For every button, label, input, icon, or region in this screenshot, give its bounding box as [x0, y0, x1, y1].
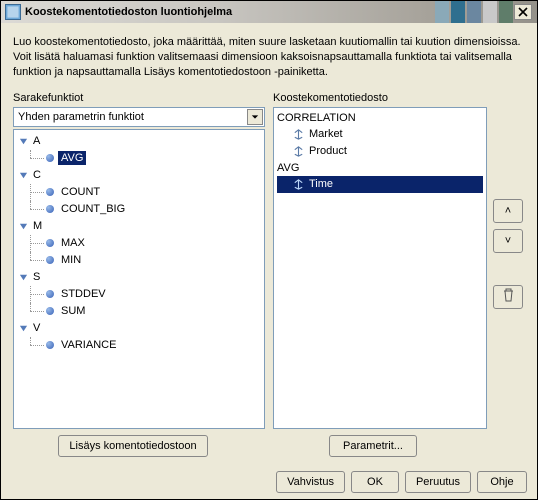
tree-group-s[interactable]: S: [18, 269, 260, 286]
column-functions-panel: Sarakefunktiot Yhden parametrin funktiot…: [13, 92, 265, 429]
function-label: MIN: [58, 253, 84, 267]
move-up-button[interactable]: ˄: [493, 199, 523, 223]
function-label: SUM: [58, 304, 88, 318]
function-item-max[interactable]: MAX: [18, 235, 260, 252]
ok-button[interactable]: OK: [351, 471, 399, 493]
collapse-icon: [18, 136, 29, 147]
collapse-icon: [18, 272, 29, 283]
tree-group-v[interactable]: V: [18, 320, 260, 337]
column-functions-label: Sarakefunktiot: [13, 92, 265, 104]
group-label: CORRELATION: [277, 112, 356, 124]
function-item-stddev[interactable]: STDDEV: [18, 286, 260, 303]
group-label: A: [33, 135, 40, 147]
group-label: S: [33, 271, 40, 283]
cancel-button[interactable]: Peruutus: [405, 471, 471, 493]
collapse-icon: [18, 323, 29, 334]
bullet-icon: [46, 341, 54, 349]
function-item-count-big[interactable]: COUNT_BIG: [18, 201, 260, 218]
function-item-avg[interactable]: AVG: [18, 150, 260, 167]
group-label: C: [33, 169, 41, 181]
content-area: Luo koostekomentotiedosto, joka määrittä…: [1, 23, 537, 465]
functions-tree[interactable]: A AVG C COUN: [13, 129, 265, 429]
tree-group-m[interactable]: M: [18, 218, 260, 235]
script-group-avg[interactable]: AVG: [277, 160, 483, 176]
intro-text: Luo koostekomentotiedosto, joka määrittä…: [13, 35, 525, 80]
bullet-icon: [46, 154, 54, 162]
bullet-icon: [46, 307, 54, 315]
function-label: VARIANCE: [58, 338, 119, 352]
dialog-window: Koostekomentotiedoston luontiohjelma Luo…: [0, 0, 538, 500]
dialog-button-row: Vahvistus OK Peruutus Ohje: [1, 465, 537, 499]
bullet-icon: [46, 205, 54, 213]
dimension-icon: [291, 144, 305, 158]
group-label: V: [33, 322, 40, 334]
parameters-button[interactable]: Parametrit...: [329, 435, 417, 457]
bullet-icon: [46, 188, 54, 196]
dimension-label: Market: [309, 128, 343, 140]
delete-button[interactable]: [493, 285, 523, 309]
tree-group-a[interactable]: A: [18, 133, 260, 150]
dimension-label: Product: [309, 145, 347, 157]
caret-down-icon: ˅: [505, 235, 511, 247]
function-item-sum[interactable]: SUM: [18, 303, 260, 320]
collapse-icon: [18, 221, 29, 232]
function-label: AVG: [58, 151, 86, 165]
function-label: COUNT: [58, 185, 103, 199]
combo-value: Yhden parametrin funktiot: [18, 111, 144, 123]
tree-group-c[interactable]: C: [18, 167, 260, 184]
script-label: Koostekomentotiedosto: [273, 92, 525, 104]
function-item-count[interactable]: COUNT: [18, 184, 260, 201]
trash-icon: [502, 288, 515, 305]
chevron-down-icon: [247, 109, 263, 125]
dimension-label: Time: [309, 178, 333, 190]
bullet-icon: [46, 239, 54, 247]
bullet-icon: [46, 290, 54, 298]
function-label: STDDEV: [58, 287, 109, 301]
function-label: COUNT_BIG: [58, 202, 128, 216]
window-title: Koostekomentotiedoston luontiohjelma: [25, 6, 232, 18]
script-tree[interactable]: CORRELATION Market Product: [273, 107, 487, 429]
titlebar: Koostekomentotiedoston luontiohjelma: [1, 1, 537, 23]
caret-up-icon: ˄: [505, 205, 511, 217]
help-button[interactable]: Ohje: [477, 471, 527, 493]
add-to-script-button[interactable]: Lisäys komentotiedostoon: [58, 435, 208, 457]
script-panel: Koostekomentotiedosto CORRELATION Market: [273, 92, 525, 429]
dimension-icon: [291, 127, 305, 141]
dimension-item-product[interactable]: Product: [277, 143, 483, 160]
function-category-combo[interactable]: Yhden parametrin funktiot: [13, 107, 265, 127]
function-label: MAX: [58, 236, 88, 250]
dimension-item-time[interactable]: Time: [277, 176, 483, 193]
group-label: AVG: [277, 162, 299, 174]
function-item-min[interactable]: MIN: [18, 252, 260, 269]
app-icon: [5, 4, 21, 20]
script-group-correlation[interactable]: CORRELATION: [277, 110, 483, 126]
titlebar-decoration: [435, 1, 513, 23]
side-buttons: ˄ ˅: [493, 107, 525, 429]
bullet-icon: [46, 256, 54, 264]
dimension-icon: [291, 177, 305, 191]
collapse-icon: [18, 170, 29, 181]
dimension-item-market[interactable]: Market: [277, 126, 483, 143]
group-label: M: [33, 220, 42, 232]
close-button[interactable]: [514, 4, 532, 20]
confirm-button[interactable]: Vahvistus: [276, 471, 345, 493]
move-down-button[interactable]: ˅: [493, 229, 523, 253]
function-item-variance[interactable]: VARIANCE: [18, 337, 260, 354]
